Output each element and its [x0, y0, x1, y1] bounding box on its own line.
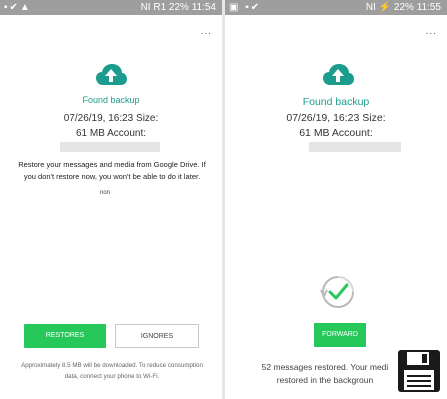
overflow-menu-icon[interactable]: ...	[201, 26, 212, 37]
restore-button[interactable]: RESTORES	[24, 324, 106, 348]
backup-mb-account: 61 MB Account:	[75, 128, 147, 139]
status-right-text: NI R1 22% 11:54	[140, 2, 216, 13]
restored-message-line2: restored in the backgroun	[276, 375, 374, 385]
download-note: Approximately 8.5 MB will be downloaded.…	[21, 362, 203, 380]
overflow-menu-icon[interactable]: ...	[426, 26, 437, 37]
found-backup-title: Found backup	[82, 95, 140, 105]
status-bar: ▣ ▪✔ NI ⚡ 22% 11:55	[225, 0, 447, 15]
redacted-account	[60, 142, 160, 152]
cloud-upload-icon	[323, 64, 354, 85]
redacted-account	[309, 142, 401, 152]
backup-date-size: 07/26/19, 16:23 Size:	[286, 112, 386, 124]
backup-mb-account: 61 MB Account:	[299, 127, 373, 139]
restored-message-line1: 52 messages restored. Your medi	[261, 362, 389, 372]
right-screen: ▣ ▪✔ NI ⚡ 22% 11:55 ... Found backup 07/…	[225, 0, 447, 399]
floppy-disk-icon	[398, 350, 440, 392]
ignore-button[interactable]: IGNORES	[115, 324, 199, 348]
status-right-text: NI ⚡ 22% 11:55	[365, 2, 441, 13]
overlay-text: non	[100, 190, 111, 196]
cloud-upload-icon	[96, 64, 127, 85]
left-screen: ▪✔▲ NI R1 22% 11:54 ... Found backup 07/…	[0, 0, 222, 399]
found-backup-title: Found backup	[302, 96, 370, 108]
notification-icons: ▪✔▲	[4, 2, 32, 13]
forward-button[interactable]: FORWARD	[314, 323, 366, 347]
check-circle-icon	[320, 276, 354, 308]
restore-message: Restore your messages and media from Goo…	[18, 160, 206, 181]
notification-icons: ▣ ▪✔	[229, 2, 262, 13]
status-bar: ▪✔▲ NI R1 22% 11:54	[0, 0, 222, 15]
backup-date-size: 07/26/19, 16:23 Size:	[63, 113, 159, 124]
